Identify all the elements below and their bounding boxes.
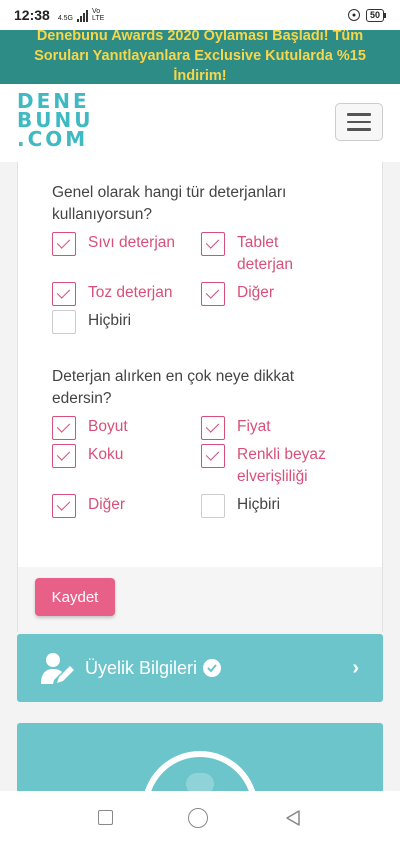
checkbox[interactable] <box>52 310 76 334</box>
survey-card: Genel olarak hangi tür deterjanları kull… <box>17 162 383 632</box>
signal-icon <box>77 10 88 22</box>
option-q1-1[interactable]: Tablet deterjan <box>201 232 321 276</box>
screen-record-icon: ● <box>347 9 360 21</box>
site-header: DENE BUNU .COM <box>0 84 400 162</box>
option-q1-3[interactable]: Diğer <box>201 282 351 306</box>
checkbox[interactable] <box>201 444 225 468</box>
option-label: Toz deterjan <box>88 284 173 301</box>
survey-body: Genel olarak hangi tür deterjanları kull… <box>18 162 382 567</box>
option-q1-0[interactable]: Sıvı deterjan <box>52 232 202 256</box>
checkbox[interactable] <box>52 232 76 256</box>
checkbox[interactable] <box>201 282 225 306</box>
option-label: Sıvı deterjan <box>88 234 176 251</box>
option-label: Fiyat <box>237 418 271 435</box>
option-q2-3[interactable]: Renkli beyaz elverişliliği <box>201 444 341 488</box>
option-q2-5[interactable]: Hiçbiri <box>201 494 351 518</box>
volte-bottom-label: LTE <box>92 15 105 22</box>
option-label: Boyut <box>88 418 128 435</box>
option-q1-2[interactable]: Toz deterjan <box>52 282 202 306</box>
option-label: Koku <box>88 446 124 463</box>
option-q2-0[interactable]: Boyut <box>52 416 202 440</box>
system-nav-bar <box>0 791 400 844</box>
verified-check-icon <box>203 659 222 677</box>
menu-bar-icon <box>347 113 371 116</box>
logo-line-3: .COM <box>17 127 89 151</box>
home-icon[interactable] <box>188 807 209 828</box>
network-indicator: 4.5G Vo LTE <box>57 8 104 22</box>
battery-level: 50 <box>365 8 384 22</box>
site-logo[interactable]: DENE BUNU .COM <box>17 91 93 151</box>
option-q2-2[interactable]: Koku <box>52 444 202 468</box>
volte-indicator: Vo LTE <box>92 8 104 22</box>
option-label: Diğer <box>237 284 275 301</box>
chevron-right-icon: › <box>352 656 359 679</box>
status-bar: 12:38 4.5G Vo LTE ● 50 <box>0 0 400 30</box>
menu-bar-icon <box>347 120 371 124</box>
question-2: Deterjan alırken en çok neye dikkat eder… <box>52 368 295 407</box>
option-label: Hiçbiri <box>88 312 132 329</box>
question-1: Genel olarak hangi tür deterjanları kull… <box>52 184 287 223</box>
network-small-label: 4.5G <box>57 15 73 22</box>
survey-footer: Kaydet <box>18 567 382 632</box>
option-q1-4[interactable]: Hiçbiri <box>52 310 202 334</box>
checkbox[interactable] <box>201 494 225 518</box>
hamburger-menu-button[interactable] <box>335 103 383 141</box>
user-edit-icon <box>41 653 74 684</box>
banner-line-3: İndirim! <box>173 68 227 84</box>
menu-bar-icon <box>347 128 371 131</box>
option-label: Tablet deterjan <box>237 234 294 273</box>
membership-info-bar[interactable]: Üyelik Bilgileri › <box>17 634 383 702</box>
checkbox[interactable] <box>201 416 225 440</box>
checkbox[interactable] <box>52 494 76 518</box>
option-label: Diğer <box>88 496 126 513</box>
membership-info-label: Üyelik Bilgileri <box>85 657 198 678</box>
option-q2-4[interactable]: Diğer <box>52 494 202 518</box>
option-label: Renkli beyaz elverişliliği <box>237 446 326 485</box>
status-time: 12:38 <box>14 7 50 23</box>
banner-line-2: Soruları Yanıtlayanlara Exclusive Kutula… <box>34 48 366 64</box>
back-icon[interactable] <box>284 809 302 827</box>
checkbox[interactable] <box>52 444 76 468</box>
promo-banner[interactable]: Denebunu Awards 2020 Oylaması Başladı! T… <box>0 30 400 84</box>
save-button[interactable]: Kaydet <box>35 578 115 616</box>
option-q2-1[interactable]: Fiyat <box>201 416 351 440</box>
checkbox[interactable] <box>52 416 76 440</box>
option-label: Hiçbiri <box>237 496 281 513</box>
checkbox[interactable] <box>201 232 225 256</box>
volte-top-label: Vo <box>92 8 101 15</box>
checkbox[interactable] <box>52 282 76 306</box>
recent-apps-icon[interactable] <box>97 810 113 825</box>
battery-icon: 50 <box>365 8 386 22</box>
banner-line-1: Denebunu Awards 2020 Oylaması Başladı! T… <box>36 30 364 44</box>
